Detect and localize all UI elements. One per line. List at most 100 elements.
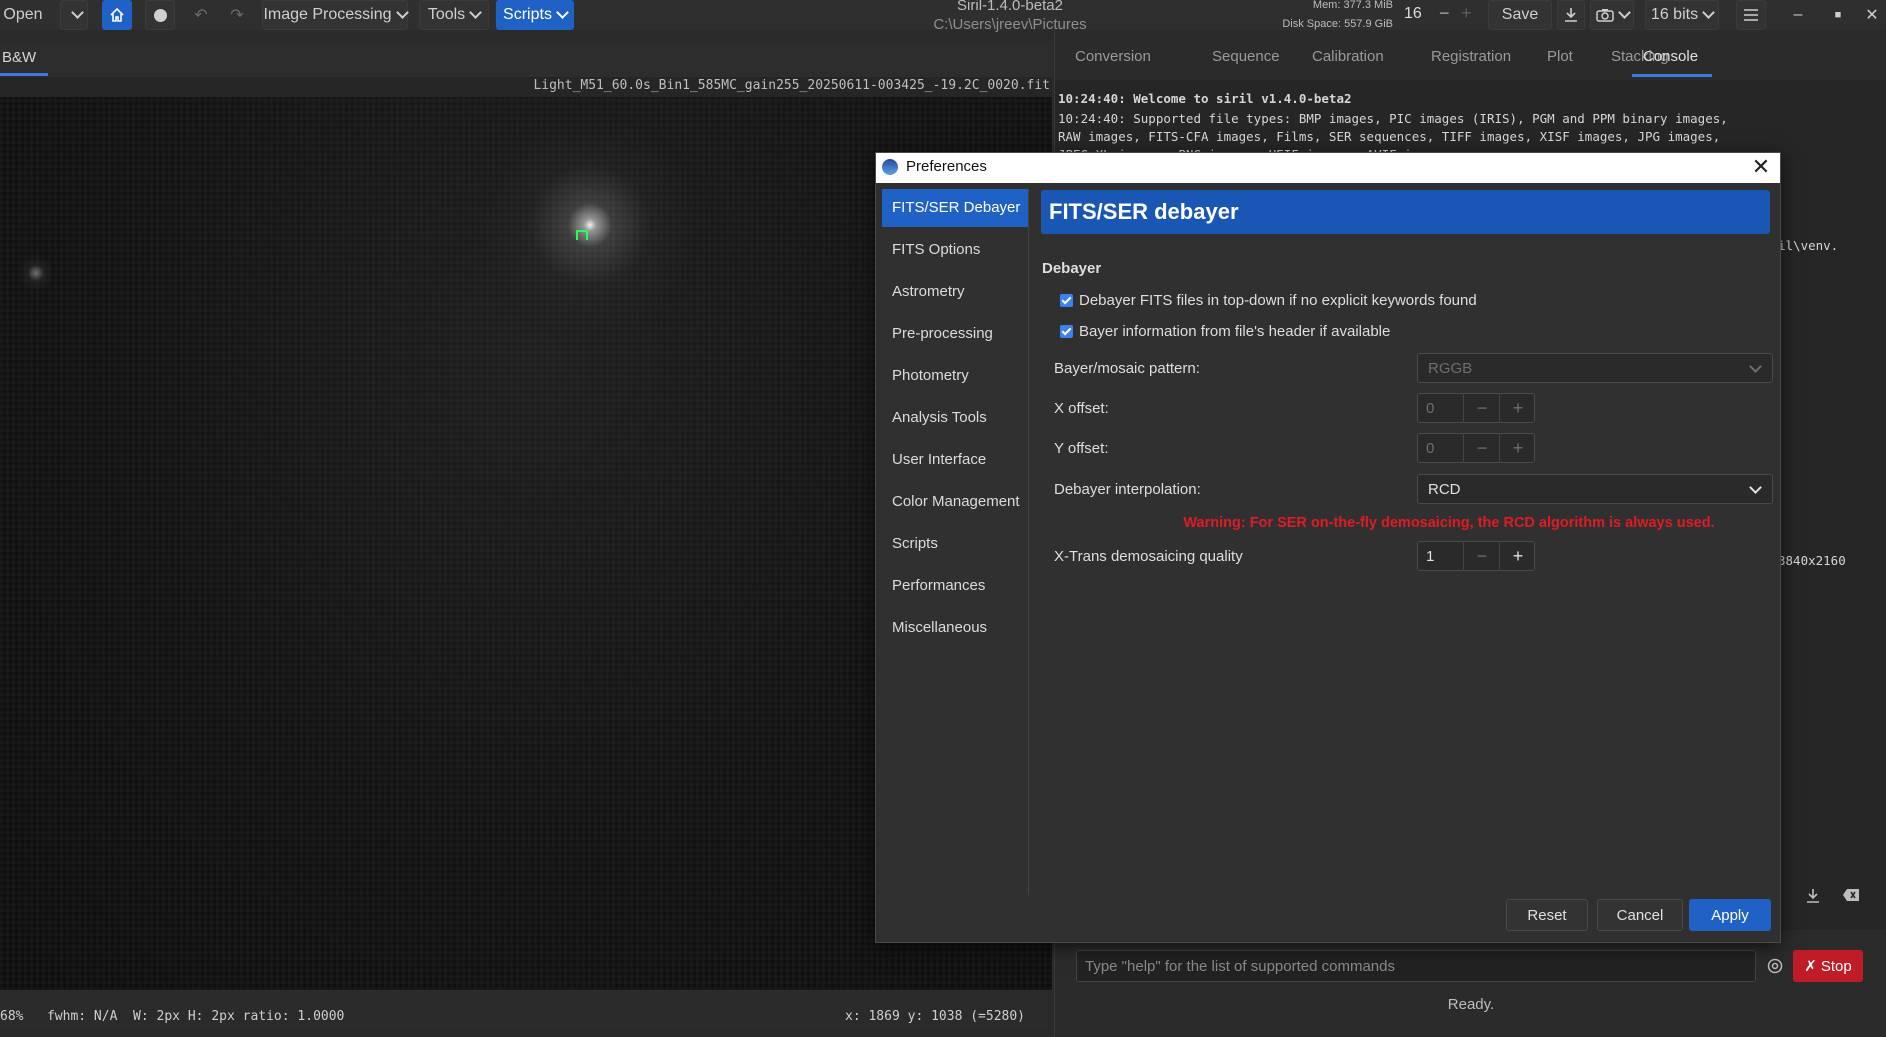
sidebar-item-analysis-tools[interactable]: Analysis Tools xyxy=(882,399,1028,437)
disk-info: Disk Space: 557.9 GiB xyxy=(1282,18,1393,30)
image-filename: Light_M51_60.0s_Bin1_585MC_gain255_20250… xyxy=(533,78,1050,93)
tab-console[interactable]: Console xyxy=(1643,48,1698,65)
open-recent-dropdown[interactable] xyxy=(60,0,88,30)
bit-depth-menu[interactable]: 16 bits xyxy=(1645,0,1719,30)
home-button[interactable] xyxy=(102,0,132,30)
dialog-title: Preferences xyxy=(906,158,987,175)
active-tab-indicator xyxy=(0,73,48,76)
main-menu-button[interactable] xyxy=(1736,0,1766,30)
tab-plot[interactable]: Plot xyxy=(1547,48,1573,65)
tab-registration[interactable]: Registration xyxy=(1431,48,1511,65)
x-offset-minus-button[interactable]: − xyxy=(1463,393,1500,423)
checkbox-header-label: Bayer information from file's header if … xyxy=(1079,323,1391,340)
clear-log-button[interactable] xyxy=(1842,888,1860,906)
sidebar-item-color-management[interactable]: Color Management xyxy=(882,483,1028,521)
stop-button[interactable]: ✗ Stop xyxy=(1793,950,1863,982)
chevron-down-icon xyxy=(469,6,483,19)
download-icon xyxy=(1565,8,1577,22)
save-log-button[interactable] xyxy=(1805,888,1821,908)
scripts-label: Scripts xyxy=(503,6,552,23)
command-help-button[interactable] xyxy=(1767,958,1783,978)
x-offset-spinner[interactable]: 0 − + xyxy=(1417,393,1535,423)
circle-icon xyxy=(153,8,167,22)
console-line: 10:24:40: Welcome to siril v1.4.0-beta2 xyxy=(1058,91,1352,106)
chevron-down-icon xyxy=(395,6,409,19)
redo-icon: ↷ xyxy=(230,7,244,24)
tab-calibration[interactable]: Calibration xyxy=(1312,48,1384,65)
chevron-down-icon xyxy=(70,6,84,19)
chevron-down-icon xyxy=(1749,481,1762,494)
sidebar-item-performances[interactable]: Performances xyxy=(882,567,1028,605)
xtrans-quality-label: X-Trans demosaicing quality xyxy=(1054,548,1243,565)
reset-button[interactable]: Reset xyxy=(1506,899,1588,931)
minimize-button[interactable]: – xyxy=(1784,0,1812,30)
bottom-strip xyxy=(0,1028,1052,1037)
checkbox-topdown[interactable] xyxy=(1060,294,1073,307)
dialog-close-button[interactable]: ✕ xyxy=(1748,155,1774,181)
xtrans-minus-button[interactable]: − xyxy=(1463,541,1500,571)
maximize-icon: ■ xyxy=(1834,9,1842,21)
header-bar: Open ↶ ↷ Image Processing Tools Scripts … xyxy=(0,0,1886,33)
status-text: Ready. xyxy=(1447,996,1495,1013)
sidebar-item-fits-options[interactable]: FITS Options xyxy=(882,231,1028,269)
tab-bw[interactable]: B&W xyxy=(2,49,36,66)
sidebar-item-fits-ser-debayer[interactable]: FITS/SER Debayer xyxy=(882,189,1028,227)
maximize-button[interactable]: ■ xyxy=(1824,0,1852,30)
stop-icon: ✗ xyxy=(1804,958,1817,975)
preferences-sidebar: FITS/SER Debayer FITS Options Astrometry… xyxy=(882,189,1029,895)
tab-conversion[interactable]: Conversion xyxy=(1075,48,1151,65)
sidebar-item-scripts[interactable]: Scripts xyxy=(882,525,1028,563)
close-icon: ✕ xyxy=(1751,154,1771,179)
scripts-menu[interactable]: Scripts xyxy=(496,0,574,30)
app-title: Siril-1.4.0-beta2 xyxy=(957,0,1063,14)
close-icon: ✕ xyxy=(1865,7,1879,24)
record-button[interactable] xyxy=(145,0,175,30)
apply-button[interactable]: Apply xyxy=(1689,899,1771,931)
bayer-pattern-select[interactable]: RGGB xyxy=(1417,353,1773,383)
bayer-pattern-label: Bayer/mosaic pattern: xyxy=(1054,360,1200,377)
zoom-plus-button[interactable]: + xyxy=(1461,3,1472,24)
y-offset-value: 0 xyxy=(1426,440,1435,457)
download-icon xyxy=(1807,889,1819,903)
save-button[interactable]: Save xyxy=(1488,0,1552,30)
y-offset-plus-button[interactable]: + xyxy=(1499,433,1536,463)
sidebar-item-astrometry[interactable]: Astrometry xyxy=(882,273,1028,311)
sidebar-item-pre-processing[interactable]: Pre-processing xyxy=(882,315,1028,353)
redo-button[interactable]: ↷ xyxy=(223,0,251,30)
interpolation-select[interactable]: RCD xyxy=(1417,474,1773,504)
sidebar-item-user-interface[interactable]: User Interface xyxy=(882,441,1028,479)
interpolation-value: RCD xyxy=(1428,481,1461,498)
undo-icon: ↶ xyxy=(194,7,208,24)
sidebar-item-photometry[interactable]: Photometry xyxy=(882,357,1028,395)
x-offset-plus-button[interactable]: + xyxy=(1499,393,1536,423)
undo-button[interactable]: ↶ xyxy=(187,0,215,30)
console-fragment: il\venv. xyxy=(1778,238,1839,253)
cursor-coordinates: x: 1869 y: 1038 (=5280) xyxy=(845,1009,1026,1024)
xtrans-quality-spinner[interactable]: 1 − + xyxy=(1417,541,1535,571)
home-icon xyxy=(110,7,124,22)
close-window-button[interactable]: ✕ xyxy=(1858,0,1886,30)
image-processing-label: Image Processing xyxy=(263,6,392,23)
console-fragment: 3840x2160 xyxy=(1778,553,1846,568)
tools-menu[interactable]: Tools xyxy=(419,0,489,30)
filename-strip: Light_M51_60.0s_Bin1_585MC_gain255_20250… xyxy=(0,77,1052,97)
snapshot-button[interactable] xyxy=(1590,0,1634,30)
save-as-button[interactable] xyxy=(1557,0,1585,30)
image-processing-menu[interactable]: Image Processing xyxy=(262,0,409,30)
zoom-value[interactable]: 16 xyxy=(1404,5,1422,23)
command-input[interactable]: Type "help" for the list of supported co… xyxy=(1076,950,1756,982)
zoom-minus-button[interactable]: − xyxy=(1439,3,1450,24)
rcd-warning: Warning: For SER on-the-fly demosaicing,… xyxy=(1183,515,1715,531)
checkbox-header[interactable] xyxy=(1060,325,1073,338)
tab-sequence[interactable]: Sequence xyxy=(1212,48,1280,65)
stop-label: Stop xyxy=(1820,957,1852,975)
y-offset-minus-button[interactable]: − xyxy=(1463,433,1500,463)
sidebar-item-miscellaneous[interactable]: Miscellaneous xyxy=(882,609,1028,647)
dialog-titlebar: Preferences ✕ xyxy=(876,153,1780,183)
bayer-pattern-value: RGGB xyxy=(1428,360,1473,377)
y-offset-spinner[interactable]: 0 − + xyxy=(1417,433,1535,463)
xtrans-plus-button[interactable]: + xyxy=(1499,541,1536,571)
cancel-button[interactable]: Cancel xyxy=(1597,899,1683,931)
chevron-down-icon xyxy=(1749,360,1762,373)
open-button[interactable]: Open xyxy=(0,0,46,30)
